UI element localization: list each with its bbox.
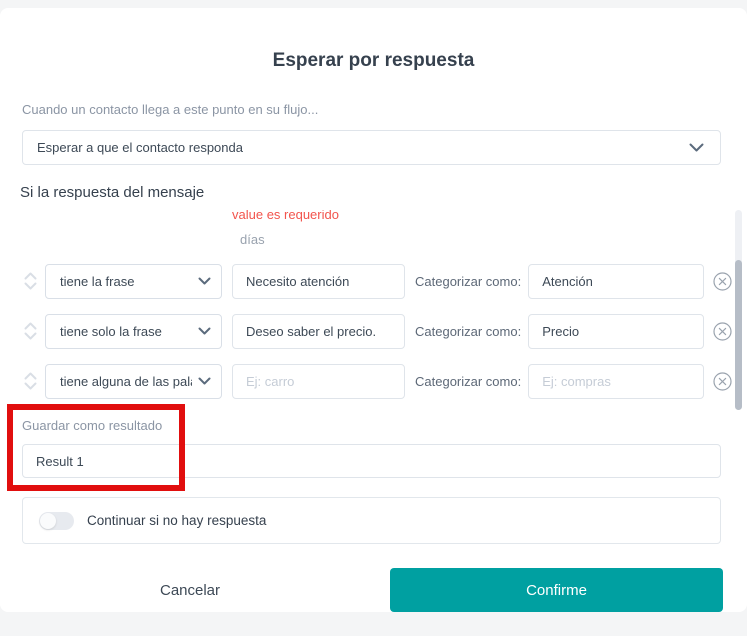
no-response-option-box: Continuar si no hay respuesta [22,497,721,544]
chevron-down-icon [198,377,211,385]
condition-row: tiene la frase Categorizar como: [0,263,730,299]
categorize-label: Categorizar como: [415,374,521,389]
remove-row-icon[interactable] [713,272,732,291]
condition-type-select[interactable]: tiene la frase [45,264,222,299]
drag-handle-icon[interactable] [24,271,37,291]
category-input[interactable] [528,264,704,299]
toggle-knob [40,513,56,529]
wait-for-response-modal: Esperar por respuesta Cuando un contacto… [0,8,747,612]
drag-handle-icon[interactable] [24,321,37,341]
chevron-down-icon [198,277,211,285]
condition-type-value: tiene alguna de las pala [60,374,192,389]
condition-row: tiene alguna de las pala Categorizar com… [0,363,730,399]
condition-row: tiene solo la frase Categorizar como: [0,313,730,349]
confirm-button[interactable]: Confirme [390,568,723,612]
conditions-scroll-area: value es requerido días tiene la frase C… [0,210,747,410]
categorize-label: Categorizar como: [415,274,521,289]
flow-point-label: Cuando un contacto llega a este punto en… [22,102,318,117]
condition-type-value: tiene la frase [60,274,134,289]
condition-type-select[interactable]: tiene alguna de las pala [45,364,222,399]
remove-row-icon[interactable] [713,372,732,391]
phrase-input[interactable] [232,314,405,349]
validation-error-text: value es requerido [232,210,339,222]
days-text: días [240,232,265,247]
condition-type-select[interactable]: tiene solo la frase [45,314,222,349]
result-name-input[interactable] [22,444,721,478]
phrase-input[interactable] [232,364,405,399]
continue-no-response-toggle[interactable] [39,512,74,530]
condition-type-value: tiene solo la frase [60,324,162,339]
save-as-result-label: Guardar como resultado [22,418,162,433]
category-input[interactable] [528,314,704,349]
cancel-button[interactable]: Cancelar [120,579,260,601]
scrollbar-thumb[interactable] [735,260,742,410]
phrase-input[interactable] [232,264,405,299]
drag-handle-icon[interactable] [24,371,37,391]
chevron-down-icon [198,327,211,335]
categorize-label: Categorizar como: [415,324,521,339]
category-input[interactable] [528,364,704,399]
continue-no-response-label: Continuar si no hay respuesta [87,513,266,528]
modal-title: Esperar por respuesta [0,50,747,72]
condition-rows: tiene la frase Categorizar como: tiene s… [0,263,730,399]
chevron-down-icon [689,143,704,152]
remove-row-icon[interactable] [713,322,732,341]
wait-action-select-value: Esperar a que el contacto responda [37,140,243,155]
response-section-label: Si la respuesta del mensaje [20,184,204,201]
wait-action-select[interactable]: Esperar a que el contacto responda [22,130,721,165]
